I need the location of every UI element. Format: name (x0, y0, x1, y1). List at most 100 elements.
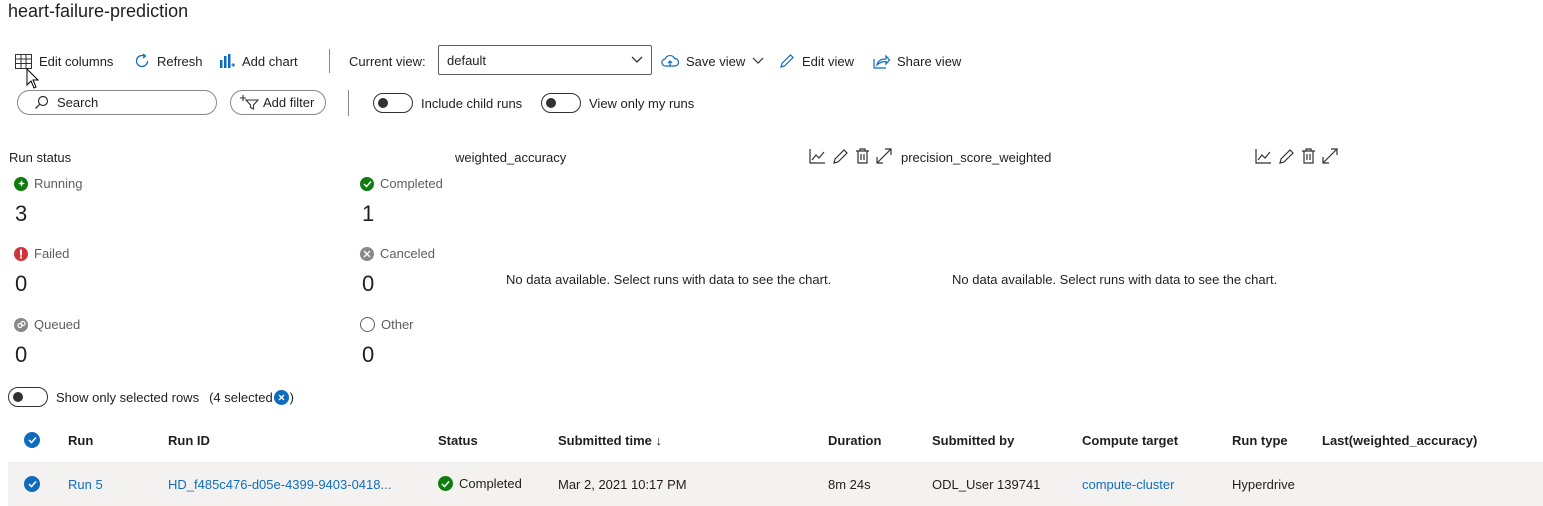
status-label: Completed (380, 176, 443, 191)
selected-count: (4 selected (209, 389, 273, 405)
other-count: 0 (362, 342, 375, 367)
toolbar-divider (329, 49, 330, 73)
run-name-link[interactable]: Run 5 (68, 477, 103, 492)
chart-empty-message: No data available. Select runs with data… (952, 272, 1278, 287)
checkmark-icon (360, 176, 374, 191)
current-view-value: default (447, 52, 487, 68)
pencil-icon (780, 54, 794, 68)
add-filter-icon (240, 95, 259, 110)
status-queued: Queued (14, 317, 80, 332)
column-header-run-type[interactable]: Run type (1232, 433, 1288, 448)
toggle-switch[interactable] (541, 93, 581, 113)
save-view-button[interactable]: Save view (661, 48, 764, 74)
refresh-label: Refresh (157, 53, 203, 69)
show-only-selected-label: Show only selected rows (56, 389, 200, 405)
chevron-down-icon (752, 57, 764, 64)
status-label: Running (34, 176, 83, 191)
add-filter-label: Add filter (263, 95, 315, 110)
cloud-upload-icon (661, 55, 679, 67)
toggle-switch[interactable] (8, 387, 48, 407)
view-only-my-runs-label: View only my runs (589, 95, 695, 111)
status-completed: Completed (360, 176, 443, 191)
search-placeholder: Search (57, 95, 99, 110)
running-icon (14, 176, 28, 191)
show-only-selected-toggle[interactable]: Show only selected rows (4 selected ) (8, 387, 294, 407)
column-header-status[interactable]: Status (438, 433, 478, 448)
include-child-runs-label: Include child runs (421, 95, 523, 111)
column-header-last-weighted-accuracy[interactable]: Last(weighted_accuracy) (1322, 433, 1477, 448)
expand-icon[interactable] (876, 148, 892, 164)
chart-empty-message: No data available. Select runs with data… (506, 272, 832, 287)
row-submitted-by: ODL_User 139741 (932, 477, 1041, 492)
column-header-submitted-by[interactable]: Submitted by (932, 433, 1014, 448)
queued-icon (14, 317, 28, 332)
edit-view-label: Edit view (802, 53, 855, 69)
status-label: Canceled (380, 246, 435, 261)
row-status: Completed (438, 476, 522, 491)
add-filter-button[interactable]: Add filter (230, 90, 326, 115)
status-label: Other (381, 317, 414, 332)
status-other: Other (360, 317, 414, 332)
pencil-icon[interactable] (832, 148, 849, 164)
current-view-select[interactable]: default (438, 45, 652, 75)
chart-actions (1255, 148, 1338, 164)
status-label: Failed (34, 246, 70, 261)
refresh-icon (135, 53, 149, 68)
filter-divider (348, 90, 349, 116)
bar-chart-icon (220, 54, 235, 68)
run-id-link[interactable]: HD_f485c476-d05e-4399-9403-0418... (168, 477, 391, 492)
compute-target-link[interactable]: compute-cluster (1082, 477, 1174, 492)
trash-icon[interactable] (855, 148, 870, 164)
chart-title: weighted_accuracy (455, 150, 567, 165)
page-title: heart-failure-prediction (8, 1, 189, 21)
share-view-button[interactable]: Share view (873, 48, 961, 74)
column-header-run-id[interactable]: Run ID (168, 433, 210, 448)
line-chart-icon[interactable] (1255, 148, 1272, 164)
search-input[interactable]: Search (17, 90, 217, 115)
canceled-count: 0 (362, 271, 375, 296)
edit-view-button[interactable]: Edit view (779, 48, 854, 74)
trash-icon[interactable] (1301, 148, 1316, 164)
line-chart-icon[interactable] (809, 148, 826, 164)
row-duration: 8m 24s (828, 477, 871, 492)
toggle-switch[interactable] (373, 93, 413, 113)
refresh-button[interactable]: Refresh (134, 48, 203, 74)
failed-count: 0 (15, 271, 28, 296)
chart-title: precision_score_weighted (901, 150, 1052, 165)
clear-selection-icon[interactable] (273, 389, 289, 405)
column-header-compute-target[interactable]: Compute target (1082, 433, 1178, 448)
select-all-checkbox[interactable] (24, 432, 40, 448)
running-count: 3 (15, 201, 28, 226)
row-submitted-time: Mar 2, 2021 10:17 PM (558, 477, 687, 492)
selected-count-badge: (4 selected ) (209, 389, 295, 405)
view-only-my-runs-toggle[interactable]: View only my runs (541, 93, 694, 113)
row-status-label: Completed (459, 476, 522, 491)
add-chart-button[interactable]: Add chart (219, 48, 298, 74)
edit-columns-label: Edit columns (39, 53, 114, 69)
selected-count-close: ) (289, 389, 295, 405)
current-view-label: Current view: (349, 53, 426, 69)
include-child-runs-toggle[interactable]: Include child runs (373, 93, 522, 113)
share-view-label: Share view (897, 53, 962, 69)
chevron-down-icon (631, 56, 643, 63)
share-icon (873, 53, 890, 69)
status-canceled: Canceled (360, 246, 435, 261)
column-header-run[interactable]: Run (68, 433, 93, 448)
mouse-cursor-icon (26, 68, 40, 89)
add-chart-label: Add chart (242, 53, 298, 69)
save-view-label: Save view (686, 53, 746, 69)
empty-circle-icon (360, 317, 375, 332)
expand-icon[interactable] (1322, 148, 1338, 164)
error-icon (14, 246, 28, 261)
completed-count: 1 (362, 201, 375, 226)
table-icon (15, 53, 32, 69)
search-icon (35, 95, 49, 109)
column-header-submitted-time[interactable]: Submitted time ↓ (558, 433, 662, 448)
row-run-type: Hyperdrive (1232, 477, 1295, 492)
status-failed: Failed (14, 246, 69, 261)
pencil-icon[interactable] (1278, 148, 1295, 164)
run-status-heading: Run status (9, 150, 72, 165)
column-header-duration[interactable]: Duration (828, 433, 881, 448)
row-checkbox[interactable] (24, 476, 40, 492)
cancel-icon (360, 246, 374, 261)
